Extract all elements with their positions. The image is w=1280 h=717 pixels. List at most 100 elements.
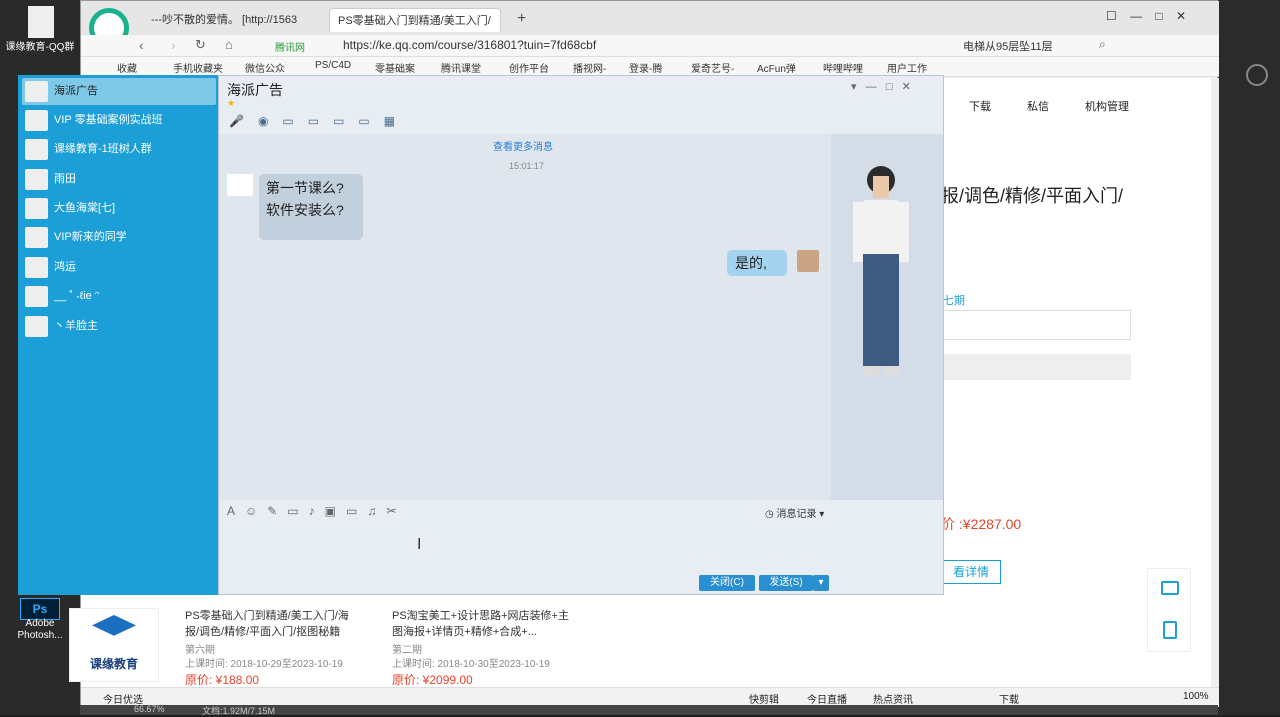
contact-item[interactable]: 丶羊脸主 <box>22 313 216 340</box>
contact-item[interactable]: VIP新来的同学 <box>22 224 216 251</box>
home-icon[interactable]: ⌂ <box>225 37 233 52</box>
qq-contact-list: 海派广告 VIP 零基础案例实战班 课缘教育-1班树人群 雨田 大鱼海棠[七] … <box>18 75 218 595</box>
course-card[interactable]: PS零基础入门到精通/美工入门/海报/调色/精修/平面入门/抠图秘籍 第六期 上… <box>185 598 367 688</box>
avatar <box>25 139 48 160</box>
contact-name: VIP 零基础案例实战班 <box>54 114 163 126</box>
nav-messages[interactable]: 私信 <box>1027 98 1049 114</box>
contact-item[interactable]: 鸿运 <box>22 254 216 281</box>
outgoing-bubble: 是的, <box>727 250 787 276</box>
file-icon[interactable] <box>28 6 54 38</box>
bookmark[interactable]: 爱奇艺号- <box>691 60 734 75</box>
bookmark[interactable]: 腾讯课堂 <box>441 60 481 75</box>
brand-logo: 课缘教育 <box>69 608 159 682</box>
view-detail-button[interactable]: 看详情 <box>941 560 1001 584</box>
zoom-level[interactable]: 100% <box>1183 691 1209 702</box>
contact-item[interactable]: __ ˚ ˖ℓie ᵔ <box>22 283 216 310</box>
avatar <box>25 198 48 219</box>
bookmark[interactable]: 收藏 <box>117 60 137 75</box>
card-title[interactable]: PS淘宝美工+设计思路+网店装修+主图海报+详情页+精修+合成+... <box>392 608 572 640</box>
bookmark[interactable]: 创作平台 <box>509 60 549 75</box>
photoshop-panel <box>1218 0 1280 715</box>
contact-name: __ ˚ ˖ℓie ᵔ <box>54 290 99 302</box>
site-badge: 腾讯网 <box>275 43 305 54</box>
back-icon[interactable]: ‹ <box>139 37 144 53</box>
contact-item[interactable]: 雨田 <box>22 166 216 193</box>
contact-name: 鸿运 <box>54 261 76 273</box>
contact-name: 丶羊脸主 <box>54 320 98 332</box>
chat-history: 查看更多消息 15:01:17 第一节课么? 软件安装么? 是的, <box>219 134 943 500</box>
ps-doc-size: 文档:1.92M/7.15M <box>202 706 276 716</box>
reload-icon[interactable]: ↻ <box>195 37 206 53</box>
tab-1[interactable]: ---吵不散的爱情。 [http://1563 <box>143 8 323 32</box>
page-scrollbar[interactable] <box>1211 78 1219 687</box>
contact-item[interactable]: 课缘教育-1班树人群 <box>22 136 216 163</box>
bookmark[interactable]: AcFun弹 <box>757 60 796 75</box>
contact-item[interactable]: 海派广告 <box>22 78 216 105</box>
message-line: 软件安装么? <box>266 202 344 218</box>
input-toolbar[interactable]: A☺✎▭♪▣▭♫✂ <box>227 504 406 518</box>
card-price: 原价: ¥188.00 <box>185 673 260 687</box>
send-button[interactable]: 发送(S) <box>759 575 813 591</box>
bookmark[interactable]: 零基础案 <box>375 60 415 75</box>
ps-zoom: 66.67% <box>134 704 165 714</box>
window-controls[interactable]: ☐ — □ ✕ <box>1106 9 1186 23</box>
avatar <box>25 81 48 102</box>
bookmark[interactable]: PS/C4D <box>315 60 351 71</box>
url-field[interactable]: https://ke.qq.com/course/316801?tuin=7fd… <box>343 38 596 52</box>
self-avatar[interactable] <box>797 250 819 272</box>
desktop-icon-label[interactable]: 课缘教育-QQ群 <box>2 42 78 54</box>
character-figure <box>853 166 909 376</box>
status-item[interactable]: 快剪辑 <box>749 691 779 706</box>
history-link[interactable]: ◷ 消息记录 ▾ <box>765 505 824 520</box>
new-tab-button[interactable]: + <box>517 10 526 28</box>
period-tab[interactable]: 七期 <box>943 292 965 308</box>
forward-icon[interactable]: › <box>171 37 176 53</box>
bookmark[interactable]: 微信公众 <box>245 60 285 75</box>
contact-name: 海派广告 <box>54 85 98 97</box>
photoshop-icon[interactable]: Ps <box>20 598 60 620</box>
status-item[interactable]: 下载 <box>999 691 1019 706</box>
card-period: 第二期 <box>392 645 422 656</box>
card-period: 第六期 <box>185 645 215 656</box>
star-icon: ★ <box>227 98 236 108</box>
mobile-icon[interactable] <box>1163 621 1177 639</box>
window-controls[interactable]: ▾ — □ ✕ <box>851 80 911 93</box>
bookmark[interactable]: 手机收藏夹 <box>173 60 223 75</box>
search-hint[interactable]: 电梯从95层坠11层 <box>963 38 1053 54</box>
card-title[interactable]: PS零基础入门到精通/美工入门/海报/调色/精修/平面入门/抠图秘籍 <box>185 608 361 640</box>
bookmark[interactable]: 哔哩哔哩 <box>823 60 863 75</box>
ps-icon-label[interactable]: Adobe Photosh... <box>2 618 78 642</box>
history-label: 消息记录 <box>776 509 817 520</box>
send-options-button[interactable]: ▾ <box>813 575 829 591</box>
bookmark[interactable]: 用户工作 <box>887 60 927 75</box>
qq-chat-window: 海派广告 ★ ▾ — □ ✕ 🎤◉▭▭▭▭▦ 查看更多消息 15:01:17 第… <box>218 75 944 595</box>
cc-icon[interactable] <box>1246 64 1268 86</box>
nav-download[interactable]: 下载 <box>969 98 991 114</box>
more-messages-link[interactable]: 查看更多消息 <box>493 138 553 153</box>
close-button[interactable]: 关闭(C) <box>699 575 755 591</box>
sender-avatar[interactable] <box>227 174 253 196</box>
avatar <box>25 316 48 337</box>
contact-item[interactable]: VIP 零基础案例实战班 <box>22 107 216 134</box>
tab-bar: ---吵不散的爱情。 [http://1563 PS零基础入门到精通/美工入门/… <box>81 1 1219 48</box>
status-item[interactable]: 热点资讯 <box>873 691 913 706</box>
avatar <box>25 110 48 131</box>
contact-name: 课缘教育-1班树人群 <box>54 143 152 155</box>
bookmark[interactable]: 登录-腾 <box>629 60 662 75</box>
avatar <box>25 286 48 307</box>
contact-item[interactable]: 大鱼海棠[七] <box>22 195 216 222</box>
info-strip <box>943 354 1131 380</box>
chat-icon[interactable] <box>1161 581 1179 595</box>
tab-2[interactable]: PS零基础入门到精通/美工入门/ <box>329 8 501 32</box>
card-time: 上课时间: 2018-10-29至2023-10-19 <box>185 659 343 670</box>
status-item[interactable]: 今日直播 <box>807 691 847 706</box>
bookmark[interactable]: 播视网- <box>573 60 606 75</box>
course-card[interactable]: PS淘宝美工+设计思路+网店装修+主图海报+详情页+精修+合成+... 第二期 … <box>392 598 574 688</box>
search-icon[interactable]: ⌕ <box>1099 37 1106 52</box>
nav-org-manage[interactable]: 机构管理 <box>1085 98 1129 114</box>
card-price: 原价: ¥2099.00 <box>392 673 473 687</box>
timestamp: 15:01:17 <box>509 161 545 171</box>
message-line: 第一节课么? <box>266 180 344 196</box>
price-label: 价 :¥2287.00 <box>941 516 1022 532</box>
toolbar-icons[interactable]: 🎤◉▭▭▭▭▦ <box>229 114 409 128</box>
